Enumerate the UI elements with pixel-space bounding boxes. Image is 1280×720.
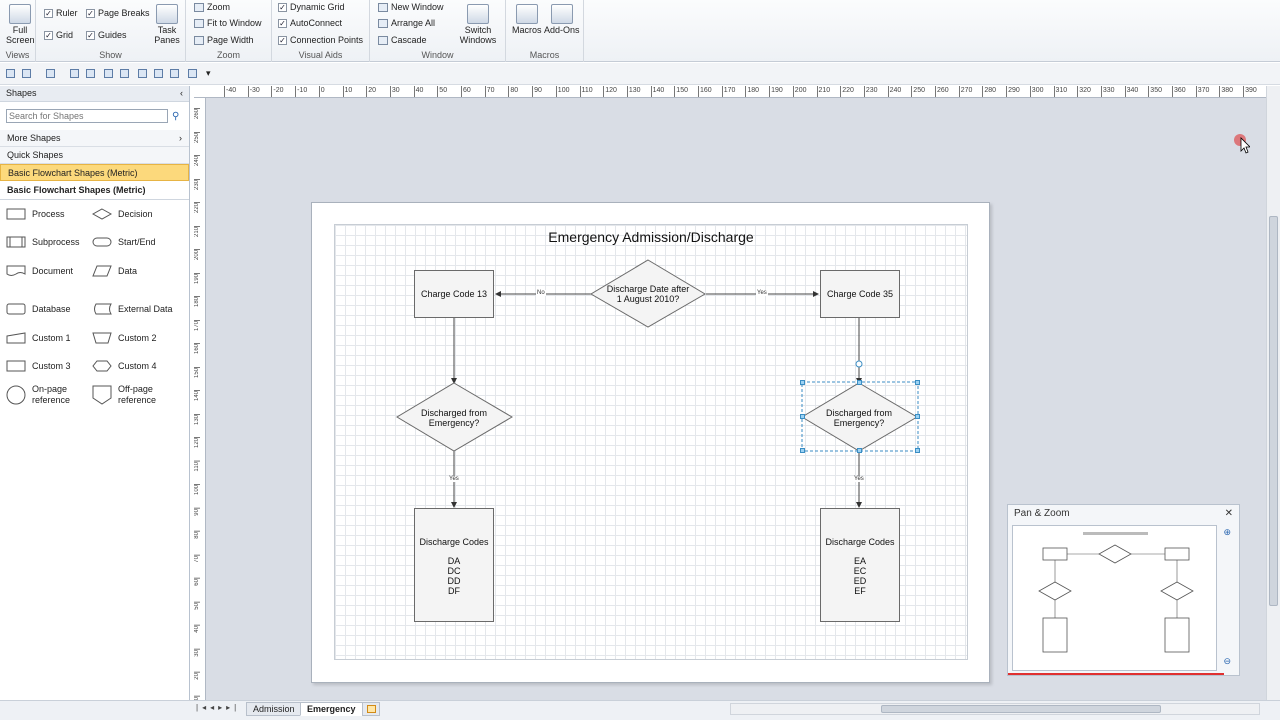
- pan-zoom-preview[interactable]: [1012, 525, 1217, 671]
- insert-page-tab[interactable]: [362, 702, 380, 716]
- no-label: No: [536, 290, 546, 296]
- selection-handle[interactable]: [800, 380, 805, 385]
- discharge-codes-right-box[interactable]: Discharge Codes EA EC ED EF: [820, 508, 900, 622]
- yes-label: Yes: [756, 290, 768, 296]
- selection-handle[interactable]: [857, 380, 862, 385]
- pan-zoom-window: Pan & Zoom ✕ ⊕ ⊖: [1007, 504, 1240, 676]
- yes-label-right: Yes: [853, 476, 865, 482]
- selection-handle[interactable]: [800, 448, 805, 453]
- hscroll-thumb[interactable]: [881, 705, 1161, 713]
- selection-handle[interactable]: [915, 414, 920, 419]
- diagram-title[interactable]: Emergency Admission/Discharge: [334, 229, 968, 245]
- tab-emergency[interactable]: Emergency: [300, 702, 363, 716]
- discharge-codes-left-box[interactable]: Discharge Codes DA DC DD DF: [414, 508, 494, 622]
- insert-page-icon: [366, 705, 376, 713]
- zoom-in-icon[interactable]: ⊕: [1223, 527, 1231, 538]
- horizontal-scrollbar[interactable]: [730, 703, 1260, 715]
- tab-admission[interactable]: Admission: [246, 702, 302, 716]
- charge-code-35-box[interactable]: Charge Code 35: [820, 270, 900, 318]
- charge-code-13-box[interactable]: Charge Code 13: [414, 270, 494, 318]
- right-decision-label: Discharged from Emergency?: [825, 408, 893, 428]
- top-decision-label: Discharge Date after 1 August 2010?: [606, 284, 690, 304]
- selection-handle[interactable]: [857, 448, 862, 453]
- left-decision-label: Discharged from Emergency?: [420, 408, 488, 428]
- selection-handle[interactable]: [800, 414, 805, 419]
- close-icon[interactable]: ✕: [1225, 508, 1233, 519]
- preview-thumbnail: [1038, 532, 1194, 653]
- pan-zoom-header: Pan & Zoom ✕: [1014, 508, 1233, 519]
- pan-zoom-view-frame: [1008, 673, 1224, 675]
- selection-handle[interactable]: [915, 448, 920, 453]
- yes-label-left: Yes: [448, 476, 460, 482]
- rotation-handle[interactable]: [855, 360, 863, 368]
- page-nav-arrows[interactable]: |◂◂▸▸|: [196, 703, 240, 712]
- zoom-out-icon[interactable]: ⊖: [1223, 656, 1231, 667]
- mouse-cursor-icon: [1234, 134, 1250, 154]
- selection-handle[interactable]: [915, 380, 920, 385]
